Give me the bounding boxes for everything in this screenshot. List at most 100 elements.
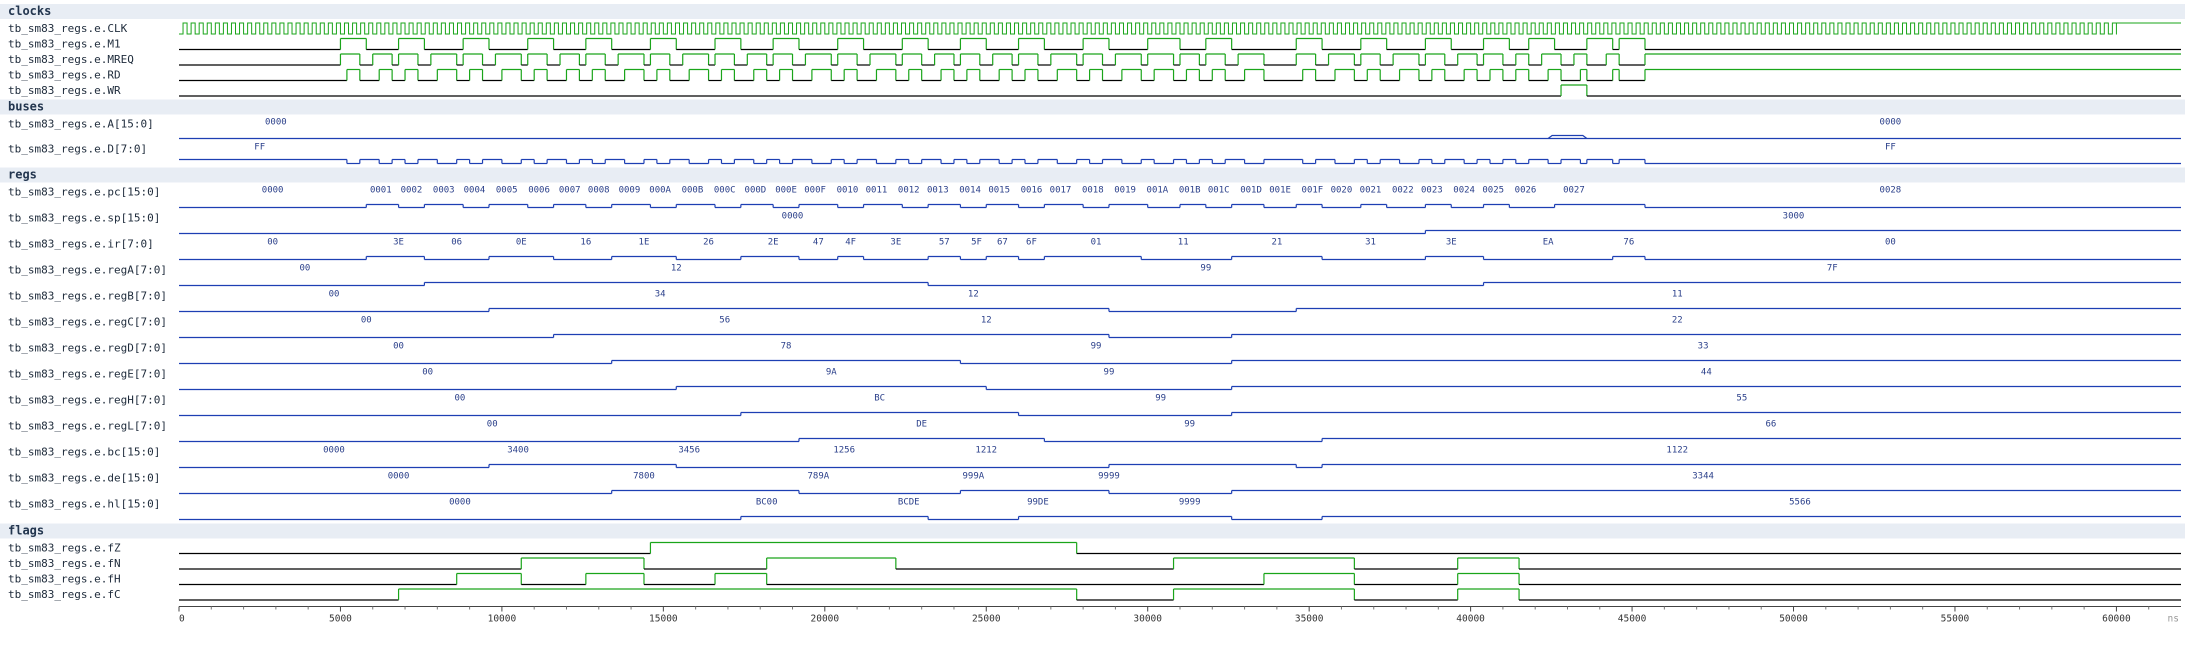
bus-value-label: 000D bbox=[745, 186, 767, 196]
bus-value-label: FF bbox=[254, 143, 265, 153]
time-tick-label: 55000 bbox=[1941, 614, 1970, 625]
signal-name: tb_sm83_regs.e.D[7:0] bbox=[8, 143, 147, 156]
signal-row[interactable]: tb_sm83_regs.e.M1 bbox=[8, 38, 2181, 51]
signal-row[interactable]: tb_sm83_regs.e.hl[15:0] 0000 BC00 BCDE 99DE 9… bbox=[8, 498, 2181, 521]
signal-name: tb_sm83_regs.e.regD[7:0] bbox=[8, 342, 167, 355]
bus-value-label: 34 bbox=[655, 290, 666, 300]
bus-value-label: 001C bbox=[1208, 186, 1230, 196]
time-tick-label: 35000 bbox=[1295, 614, 1324, 625]
bus-value-label: 0028 bbox=[1880, 186, 1902, 196]
signal-row[interactable]: tb_sm83_regs.e.de[15:0] 0000 7800 789A 999A 9… bbox=[8, 472, 2181, 495]
bus-value-label: 33 bbox=[1698, 342, 1709, 352]
signal-name: tb_sm83_regs.e.regH[7:0] bbox=[8, 394, 167, 407]
group-label: buses bbox=[8, 100, 44, 114]
signal-row[interactable]: tb_sm83_regs.e.D[7:0] FF FF bbox=[8, 143, 2181, 165]
bus-value-label: 1E bbox=[639, 238, 650, 248]
bus-value-label: 001A bbox=[1147, 186, 1169, 196]
signal-row[interactable]: tb_sm83_regs.e.regE[7:0] 00 9A 99 44 bbox=[8, 368, 2181, 391]
signal-row[interactable]: tb_sm83_regs.e.regC[7:0] 00 56 12 22 bbox=[8, 316, 2181, 339]
signal-row[interactable]: tb_sm83_regs.e.WR bbox=[8, 84, 2181, 97]
signal-row[interactable]: tb_sm83_regs.e.MREQ bbox=[8, 53, 2181, 66]
bus-value-label: 12 bbox=[981, 316, 992, 326]
signal-row[interactable]: tb_sm83_regs.e.CLK bbox=[8, 22, 2181, 35]
time-tick-label: 0 bbox=[179, 614, 185, 625]
signal-name: tb_sm83_regs.e.RD bbox=[8, 69, 121, 82]
signal-row[interactable]: tb_sm83_regs.e.A[15:0] 0000 0000 bbox=[8, 118, 2181, 140]
group-header-buses[interactable] bbox=[0, 99, 2185, 115]
signal-row[interactable]: tb_sm83_regs.e.regL[7:0] 00 DE 99 66 bbox=[8, 420, 2181, 443]
signal-name: tb_sm83_regs.e.fZ bbox=[8, 542, 121, 555]
bus-value-label: 0015 bbox=[988, 186, 1010, 196]
bus-value-label: 66 bbox=[1765, 420, 1776, 430]
signal-row[interactable]: tb_sm83_regs.e.fH bbox=[8, 573, 2181, 586]
bus-value-label: 999A bbox=[962, 472, 984, 482]
bus-value-label: 99DE bbox=[1027, 498, 1049, 508]
time-tick-label: 5000 bbox=[329, 614, 352, 625]
signal-row[interactable]: tb_sm83_regs.e.fN bbox=[8, 557, 2181, 570]
bus-value-label: 9999 bbox=[1179, 498, 1201, 508]
bus-value-label: 0024 bbox=[1453, 186, 1475, 196]
signal-row[interactable]: tb_sm83_regs.e.regB[7:0] 00 34 12 11 bbox=[8, 290, 2181, 313]
bus-value-label: 0007 bbox=[559, 186, 581, 196]
signal-name: tb_sm83_regs.e.regE[7:0] bbox=[8, 368, 167, 381]
signal-row[interactable]: tb_sm83_regs.e.fZ bbox=[8, 542, 2181, 555]
bus-value-label: 99 bbox=[1184, 420, 1195, 430]
bus-value-label: 0000 bbox=[388, 472, 410, 482]
bus-value-label: EA bbox=[1543, 238, 1554, 248]
group-header-flags[interactable] bbox=[0, 523, 2185, 539]
bus-value-label: 16 bbox=[580, 238, 591, 248]
bus-value-label: 000C bbox=[714, 186, 736, 196]
signal-name: tb_sm83_regs.e.pc[15:0] bbox=[8, 186, 160, 199]
group-header-clocks[interactable] bbox=[0, 4, 2185, 19]
group-header-regs[interactable] bbox=[0, 167, 2185, 183]
bus-value-label: 9A bbox=[826, 368, 837, 378]
signal-name: tb_sm83_regs.e.MREQ bbox=[8, 53, 134, 66]
bus-value-label: 0008 bbox=[588, 186, 610, 196]
bus-value-label: 00 bbox=[455, 394, 466, 404]
bus-value-label: 12 bbox=[968, 290, 979, 300]
bus-value-label: 0002 bbox=[401, 186, 423, 196]
bus-value-label: 001D bbox=[1240, 186, 1262, 196]
bus-value-label: 3400 bbox=[507, 446, 529, 456]
signal-name: tb_sm83_regs.e.A[15:0] bbox=[8, 118, 154, 131]
signal-row[interactable]: tb_sm83_regs.e.regH[7:0] 00 BC 99 55 bbox=[8, 394, 2181, 417]
signal-row[interactable]: tb_sm83_regs.e.fC bbox=[8, 588, 2181, 601]
bus-value-label: 789A bbox=[808, 472, 830, 482]
signal-name: tb_sm83_regs.e.fH bbox=[8, 573, 121, 586]
signal-row[interactable]: tb_sm83_regs.e.pc[15:0] 0000 0001 0002 0003 0… bbox=[8, 186, 2181, 209]
signal-row[interactable]: tb_sm83_regs.e.bc[15:0] 0000 3400 3456 1256 1… bbox=[8, 446, 2181, 469]
bus-value-label: 44 bbox=[1701, 368, 1712, 378]
bus-value-label: 1122 bbox=[1666, 446, 1688, 456]
bus-value-label: 00 bbox=[487, 420, 498, 430]
bus-value-label: 0000 bbox=[265, 118, 287, 128]
time-tick-label: 20000 bbox=[811, 614, 840, 625]
bus-value-label: 4F bbox=[845, 238, 856, 248]
bus-value-label: 0001 bbox=[370, 186, 392, 196]
bus-value-label: 57 bbox=[939, 238, 950, 248]
bus-value-label: 7F bbox=[1827, 264, 1838, 274]
bus-value-label: 000E bbox=[775, 186, 797, 196]
signal-name: tb_sm83_regs.e.regA[7:0] bbox=[8, 264, 167, 277]
bus-value-label: 0017 bbox=[1050, 186, 1072, 196]
bus-value-label: 67 bbox=[997, 238, 1008, 248]
bus-value-label: 3456 bbox=[678, 446, 700, 456]
time-tick-label: 50000 bbox=[1779, 614, 1808, 625]
signal-row[interactable]: tb_sm83_regs.e.regD[7:0] 00 78 99 33 bbox=[8, 342, 2181, 365]
bus-value-label: 2E bbox=[768, 238, 779, 248]
signal-row[interactable]: tb_sm83_regs.e.RD bbox=[8, 69, 2181, 82]
bus-value-label: 0013 bbox=[927, 186, 949, 196]
bus-value-label: BC bbox=[874, 394, 885, 404]
signal-row[interactable]: tb_sm83_regs.e.ir[7:0] 00 3E 06 0E 16 1E 26 2E 47… bbox=[8, 238, 2181, 261]
bus-value-label: 0026 bbox=[1515, 186, 1537, 196]
signal-name: tb_sm83_regs.e.fC bbox=[8, 588, 121, 601]
signal-name: tb_sm83_regs.e.sp[15:0] bbox=[8, 212, 160, 225]
bus-value-label: 0020 bbox=[1331, 186, 1353, 196]
signal-row[interactable]: tb_sm83_regs.e.regA[7:0] 00 12 99 7F bbox=[8, 264, 2181, 287]
bus-value-label: 99 bbox=[1155, 394, 1166, 404]
bus-value-label: 99 bbox=[1200, 264, 1211, 274]
signal-name: tb_sm83_regs.e.de[15:0] bbox=[8, 472, 160, 485]
waveform-viewer[interactable]: clocks tb_sm83_regs.e.CLK tb_sm83_regs.e.M… bbox=[0, 0, 2185, 647]
bus-value-label: 06 bbox=[451, 238, 462, 248]
bus-value-label: 00 bbox=[361, 316, 372, 326]
signal-row[interactable]: tb_sm83_regs.e.sp[15:0] 0000 3000 bbox=[8, 212, 2181, 235]
